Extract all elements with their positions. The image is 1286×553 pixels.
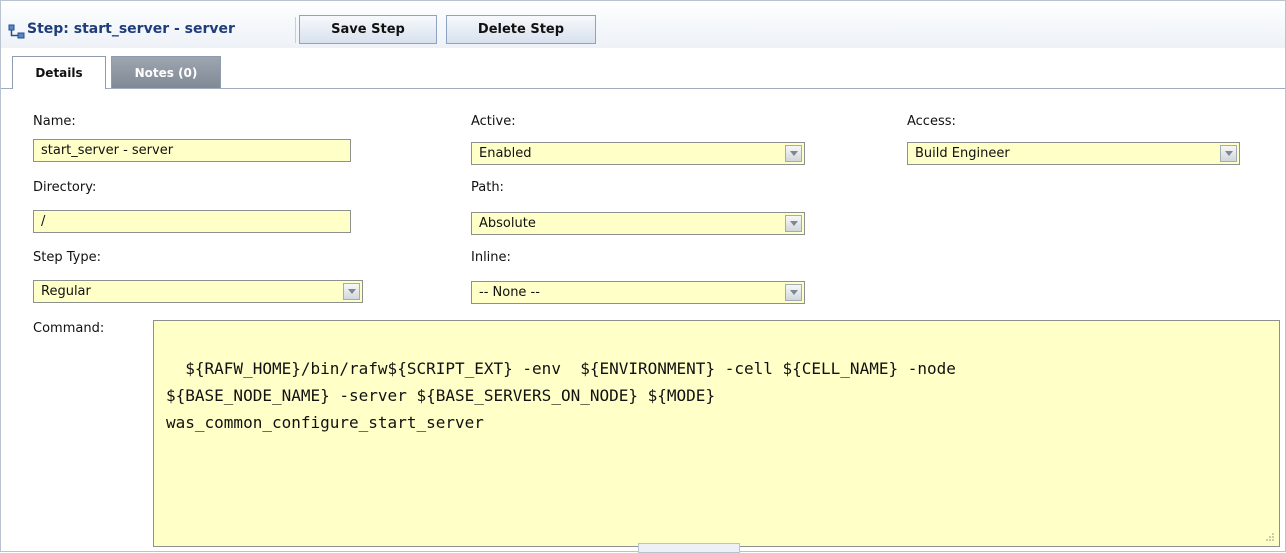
path-label: Path: xyxy=(471,180,504,195)
command-label: Command: xyxy=(33,321,105,336)
step-type-select[interactable]: Regular xyxy=(33,280,363,303)
name-field[interactable]: start_server - server xyxy=(33,139,351,162)
command-text: ${RAFW_HOME}/bin/rafw${SCRIPT_EXT} -env … xyxy=(166,359,956,432)
tab-bar: Details Notes (0) xyxy=(1,48,1285,89)
inline-value: -- None -- xyxy=(479,285,540,300)
chevron-down-icon[interactable] xyxy=(1220,145,1237,162)
active-label: Active: xyxy=(471,114,516,129)
inline-label: Inline: xyxy=(471,250,511,265)
step-type-value: Regular xyxy=(41,284,91,299)
chevron-down-icon[interactable] xyxy=(785,284,802,301)
name-label: Name: xyxy=(33,114,76,129)
inline-select[interactable]: -- None -- xyxy=(471,281,805,304)
resize-grip-icon[interactable] xyxy=(1265,532,1275,542)
command-textarea[interactable]: ${RAFW_HOME}/bin/rafw${SCRIPT_EXT} -env … xyxy=(153,320,1280,547)
chevron-down-icon[interactable] xyxy=(785,145,802,162)
delete-step-button[interactable]: Delete Step xyxy=(446,15,596,44)
save-step-button[interactable]: Save Step xyxy=(299,15,437,44)
title-separator xyxy=(295,17,296,43)
step-icon xyxy=(8,24,25,39)
title-bar: Step: start_server - server Save Step De… xyxy=(1,1,1285,48)
chevron-down-icon[interactable] xyxy=(785,215,802,232)
active-value: Enabled xyxy=(479,146,532,161)
access-select[interactable]: Build Engineer xyxy=(907,142,1240,165)
path-value: Absolute xyxy=(479,216,536,231)
access-value: Build Engineer xyxy=(915,146,1010,161)
active-select[interactable]: Enabled xyxy=(471,142,805,165)
directory-field[interactable]: / xyxy=(33,210,351,233)
tab-notes[interactable]: Notes (0) xyxy=(111,56,221,88)
chevron-down-icon[interactable] xyxy=(343,283,360,300)
page-title: Step: start_server - server xyxy=(27,21,235,37)
step-type-label: Step Type: xyxy=(33,250,101,265)
path-select[interactable]: Absolute xyxy=(471,212,805,235)
access-label: Access: xyxy=(907,114,956,129)
directory-label: Directory: xyxy=(33,180,97,195)
tab-details[interactable]: Details xyxy=(12,56,106,89)
